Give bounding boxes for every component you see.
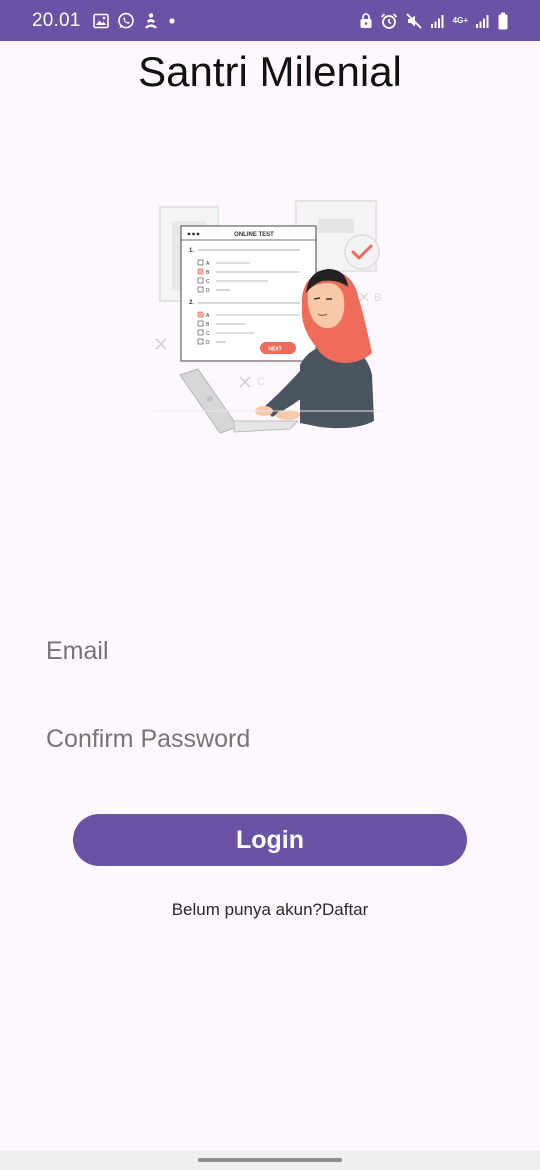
lock-icon (359, 12, 373, 29)
page-title: Santri Milenial (138, 48, 402, 95)
alarm-icon (380, 12, 398, 30)
register-link[interactable]: Belum punya akun?Daftar (0, 900, 540, 920)
deco-letter-b: B (374, 292, 381, 304)
email-field[interactable] (46, 636, 494, 666)
gallery-icon (92, 13, 109, 29)
notification-icon (143, 12, 159, 30)
home-gesture-handle[interactable] (198, 1158, 342, 1162)
status-time: 20.01 (32, 9, 81, 31)
mute-icon (405, 12, 423, 30)
login-button-label: Login (235, 825, 305, 854)
next-pill-label: NEXT (268, 347, 281, 353)
test-header: ONLINE TEST (234, 232, 274, 238)
whatsapp-icon (117, 12, 135, 30)
network-label: 4G+ (452, 15, 468, 25)
q1-option-d: D (206, 288, 210, 294)
dot-icon (167, 16, 177, 26)
signal-icon (475, 13, 491, 29)
q2-option-d: D (206, 340, 210, 346)
signal-icon (430, 13, 446, 29)
login-button[interactable]: Login (73, 814, 467, 866)
online-test-illustration: B C ONLINE TEST 1. A B C D 2. A B C D NE… (154, 200, 382, 434)
question-1-number: 1. (189, 248, 194, 254)
navigation-bar (0, 1150, 540, 1170)
q1-option-c: C (206, 279, 210, 285)
q2-option-c: C (206, 331, 210, 337)
network-4g-icon: 4G+ (452, 15, 468, 25)
confirm-password-field[interactable] (46, 724, 494, 754)
status-left: 20.01 (32, 10, 177, 32)
question-2-number: 2. (189, 300, 194, 306)
battery-icon (498, 12, 508, 30)
status-bar: 20.01 4G+ (0, 0, 540, 41)
deco-letter-c: C (257, 376, 265, 388)
status-right: 4G+ (359, 12, 508, 30)
